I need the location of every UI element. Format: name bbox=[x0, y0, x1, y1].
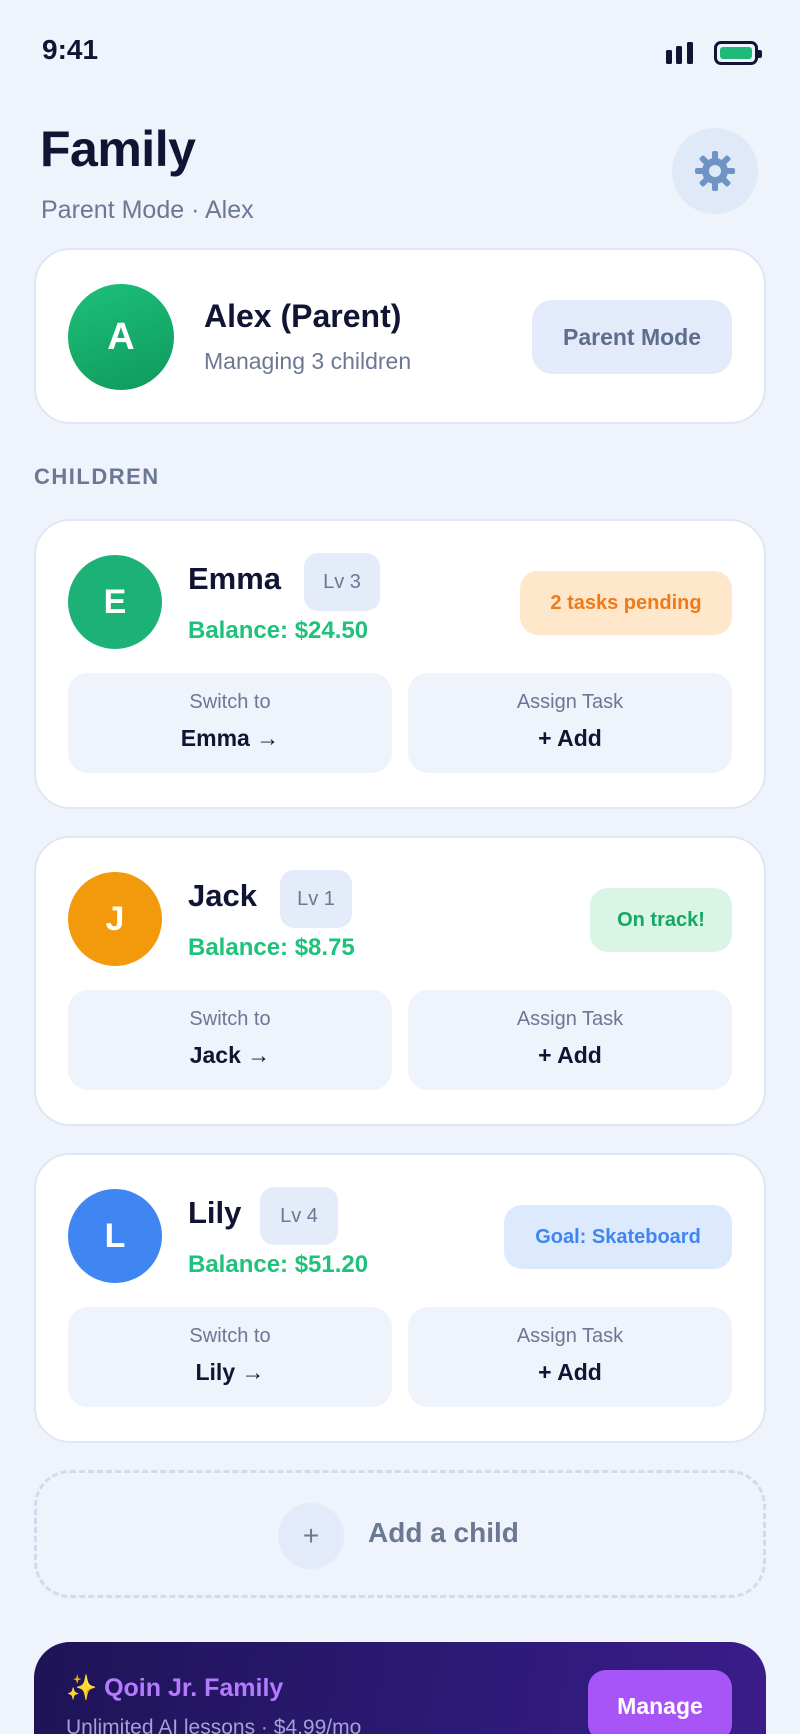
signal-bars-icon bbox=[666, 42, 700, 64]
switch-caption: Switch to bbox=[189, 1008, 271, 1030]
assign-task-jack-button[interactable]: Assign Task + Add bbox=[408, 990, 732, 1090]
parent-children-count: Managing 3 children bbox=[204, 348, 412, 374]
status-badge: Goal: Skateboard bbox=[504, 1205, 732, 1269]
settings-button[interactable] bbox=[672, 128, 758, 214]
switch-caption: Switch to bbox=[189, 1325, 271, 1347]
parent-card: A Alex (Parent) Managing 3 children Pare… bbox=[34, 248, 766, 424]
gear-icon bbox=[695, 151, 735, 191]
parent-mode-badge[interactable]: Parent Mode bbox=[532, 300, 732, 374]
switch-to-emma-button[interactable]: Switch to Emma → bbox=[68, 673, 392, 773]
children-section-label: CHILDREN bbox=[34, 464, 160, 489]
switch-label: Jack → bbox=[189, 1042, 271, 1068]
parent-avatar: A bbox=[68, 284, 174, 390]
assign-task-emma-button[interactable]: Assign Task + Add bbox=[408, 673, 732, 773]
level-badge: Lv 3 bbox=[304, 553, 380, 611]
battery-icon bbox=[714, 41, 762, 65]
parent-name: Alex (Parent) bbox=[204, 298, 402, 334]
child-balance: Balance: $8.75 bbox=[188, 934, 355, 961]
plan-title: ✨ Qoin Jr. Family bbox=[66, 1674, 284, 1702]
manage-plan-button[interactable]: Manage bbox=[588, 1670, 732, 1734]
assign-label: + Add bbox=[538, 1042, 602, 1068]
switch-caption: Switch to bbox=[189, 691, 271, 713]
add-child-label: Add a child bbox=[368, 1517, 519, 1548]
child-name: Jack bbox=[188, 878, 257, 913]
child-card-jack: J Jack Lv 1 Balance: $8.75 On track! Swi… bbox=[34, 836, 766, 1126]
child-name: Lily bbox=[188, 1195, 242, 1230]
assign-label: + Add bbox=[538, 1359, 602, 1385]
child-avatar: J bbox=[68, 872, 162, 966]
child-avatar: L bbox=[68, 1189, 162, 1283]
status-time: 9:41 bbox=[42, 34, 99, 65]
assign-caption: Assign Task bbox=[516, 1325, 624, 1347]
level-badge: Lv 1 bbox=[280, 870, 352, 928]
child-card-emma: E Emma Lv 3 Balance: $24.50 2 tasks pend… bbox=[34, 519, 766, 809]
switch-label: Emma → bbox=[180, 725, 280, 751]
switch-label: Lily → bbox=[195, 1359, 265, 1385]
assign-label: + Add bbox=[538, 725, 602, 751]
status-bar: 9:41 bbox=[0, 0, 800, 100]
assign-task-lily-button[interactable]: Assign Task + Add bbox=[408, 1307, 732, 1407]
child-avatar: E bbox=[68, 555, 162, 649]
level-badge: Lv 4 bbox=[260, 1187, 338, 1245]
family-plan-banner: ✨ Qoin Jr. Family Unlimited AI lessons ·… bbox=[34, 1642, 766, 1734]
child-card-lily: L Lily Lv 4 Balance: $51.20 Goal: Skateb… bbox=[34, 1153, 766, 1443]
page-subtitle: Parent Mode · Alex bbox=[41, 196, 254, 224]
page-title: Family bbox=[40, 121, 196, 177]
child-balance: Balance: $24.50 bbox=[188, 617, 369, 644]
switch-to-lily-button[interactable]: Switch to Lily → bbox=[68, 1307, 392, 1407]
plus-icon: + bbox=[278, 1503, 344, 1569]
switch-to-jack-button[interactable]: Switch to Jack → bbox=[68, 990, 392, 1090]
add-child-button[interactable]: + Add a child bbox=[34, 1470, 766, 1598]
assign-caption: Assign Task bbox=[516, 691, 624, 713]
status-badge: On track! bbox=[590, 888, 732, 952]
plan-subtitle: Unlimited AI lessons · $4.99/mo bbox=[66, 1716, 362, 1734]
child-name: Emma bbox=[188, 561, 282, 596]
assign-caption: Assign Task bbox=[516, 1008, 624, 1030]
status-badge: 2 tasks pending bbox=[520, 571, 732, 635]
child-balance: Balance: $51.20 bbox=[188, 1251, 369, 1278]
